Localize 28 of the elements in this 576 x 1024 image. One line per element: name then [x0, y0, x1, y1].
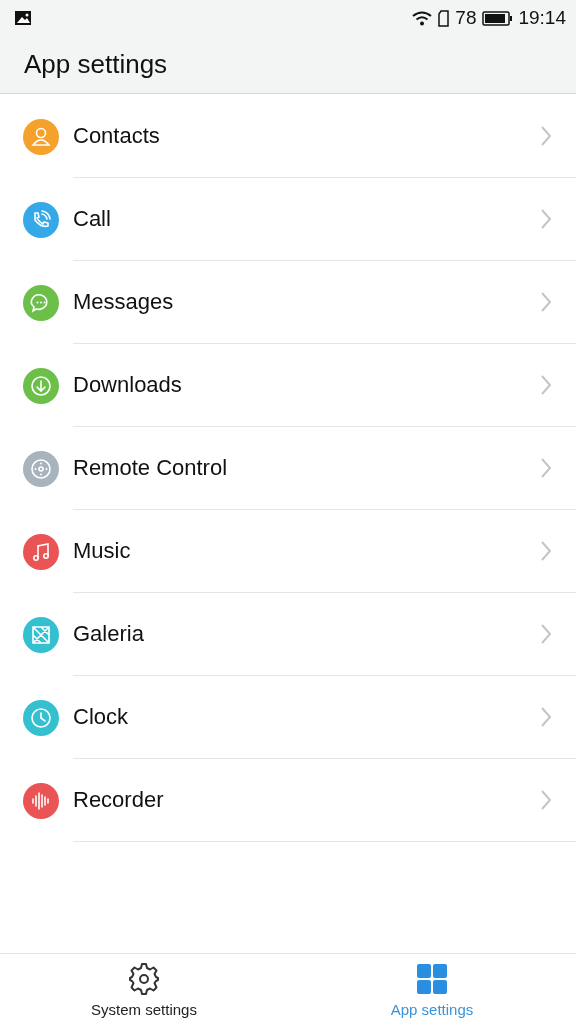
chevron-icon [540, 706, 552, 728]
battery-percentage: 78 [455, 7, 477, 29]
chevron-icon [540, 374, 552, 396]
grid-icon [417, 964, 447, 994]
app-list-item[interactable]: Call [73, 178, 576, 261]
chevron-icon [540, 457, 552, 479]
app-list-item[interactable]: Remote Control [73, 427, 576, 510]
settings-icon [128, 962, 160, 996]
app-list-item[interactable]: Contacts [73, 95, 576, 178]
app-list-item[interactable]: Messages [73, 261, 576, 344]
nav-tab[interactable]: System settings [0, 954, 288, 1024]
chevron-icon [540, 789, 552, 811]
wifi-icon [412, 10, 433, 26]
app-list-item[interactable]: Recorder [73, 759, 576, 842]
battery-icon [482, 10, 513, 26]
app-list-item[interactable]: Music [73, 510, 576, 593]
picture-icon [14, 10, 32, 26]
app-list-item[interactable]: Downloads [73, 344, 576, 427]
chevron-icon [540, 291, 552, 313]
chevron-icon [540, 623, 552, 645]
app-list-item[interactable]: Clock [73, 676, 576, 759]
page-title: App settings [24, 49, 168, 80]
sim-card-icon [438, 9, 450, 27]
app-list-item[interactable]: Galeria [73, 593, 576, 676]
chevron-icon [540, 208, 552, 230]
chevron-icon [540, 125, 552, 147]
clock-time: 19:14 [518, 7, 566, 29]
chevron-icon [540, 540, 552, 562]
